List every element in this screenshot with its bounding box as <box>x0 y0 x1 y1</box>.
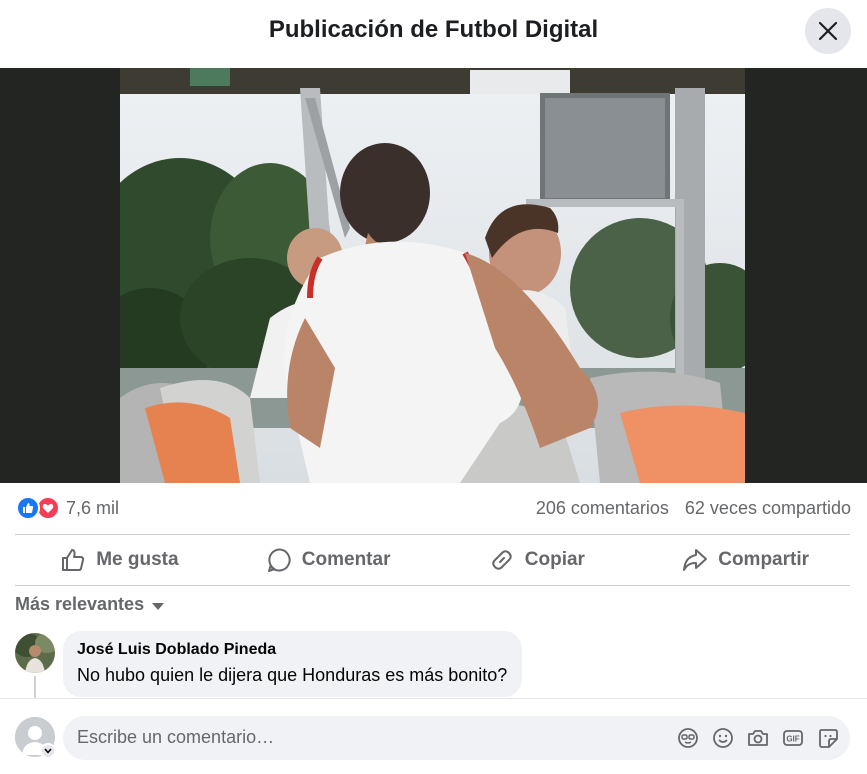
gif-label: GIF <box>786 735 799 744</box>
composer-tools: GIF <box>676 726 840 750</box>
smiley-icon[interactable] <box>711 726 735 750</box>
comment-input[interactable]: Escribe un comentario… GIF <box>63 716 850 760</box>
reaction-count[interactable]: 7,6 mil <box>66 498 119 519</box>
post-stats: 7,6 mil 206 comentarios 62 veces compart… <box>16 494 851 524</box>
comments-count[interactable]: 206 comentarios <box>536 498 669 519</box>
share-button[interactable]: Compartir <box>641 536 850 584</box>
copy-button[interactable]: Copiar <box>433 536 642 584</box>
dialog-title: Publicación de Futbol Digital <box>268 16 599 43</box>
sticker-icon[interactable] <box>816 726 840 750</box>
share-label: Compartir <box>718 549 810 570</box>
comment-composer: Escribe un comentario… GIF <box>0 698 867 774</box>
copy-label: Copiar <box>524 549 585 570</box>
comment-button[interactable]: Comentar <box>224 536 433 584</box>
sort-label: Más relevantes <box>15 594 145 614</box>
comment-author[interactable]: José Luis Doblado Pineda <box>77 641 507 659</box>
thumbs-up-icon <box>16 496 40 520</box>
dialog-header: Publicación de Futbol Digital <box>0 0 867 64</box>
thumbs-up-outline-icon <box>62 549 85 571</box>
close-icon <box>818 21 838 41</box>
divider <box>15 585 850 586</box>
comment-text: No hubo quien le dijera que Honduras es … <box>77 665 508 685</box>
avatar[interactable] <box>15 633 55 673</box>
avatar-sticker-icon[interactable] <box>676 726 700 750</box>
close-button[interactable] <box>805 8 851 54</box>
thread-line <box>34 676 36 698</box>
post-media[interactable] <box>0 68 867 483</box>
comment-input-placeholder: Escribe un comentario… <box>77 727 275 747</box>
post-actions: Me gusta Comentar Copiar Compartir <box>15 536 850 584</box>
link-icon <box>492 550 512 570</box>
comment-label: Comentar <box>301 549 391 570</box>
reactions-summary[interactable]: 7,6 mil <box>16 496 119 520</box>
gif-icon[interactable]: GIF <box>781 726 805 750</box>
like-label: Me gusta <box>96 549 179 570</box>
speech-bubble-icon <box>267 548 291 572</box>
chevron-down-icon <box>152 602 165 610</box>
like-button[interactable]: Me gusta <box>15 536 224 584</box>
comment-bubble: José Luis Doblado Pineda No hubo quien l… <box>63 631 523 697</box>
comments-sort-dropdown[interactable]: Más relevantes <box>15 594 165 615</box>
photo-illustration <box>120 68 745 483</box>
share-arrow-icon <box>683 549 708 571</box>
chevron-down-icon[interactable] <box>40 743 56 759</box>
camera-icon[interactable] <box>746 726 770 750</box>
divider <box>15 534 850 535</box>
shares-count[interactable]: 62 veces compartido <box>685 498 851 519</box>
post-photo[interactable] <box>120 68 745 483</box>
